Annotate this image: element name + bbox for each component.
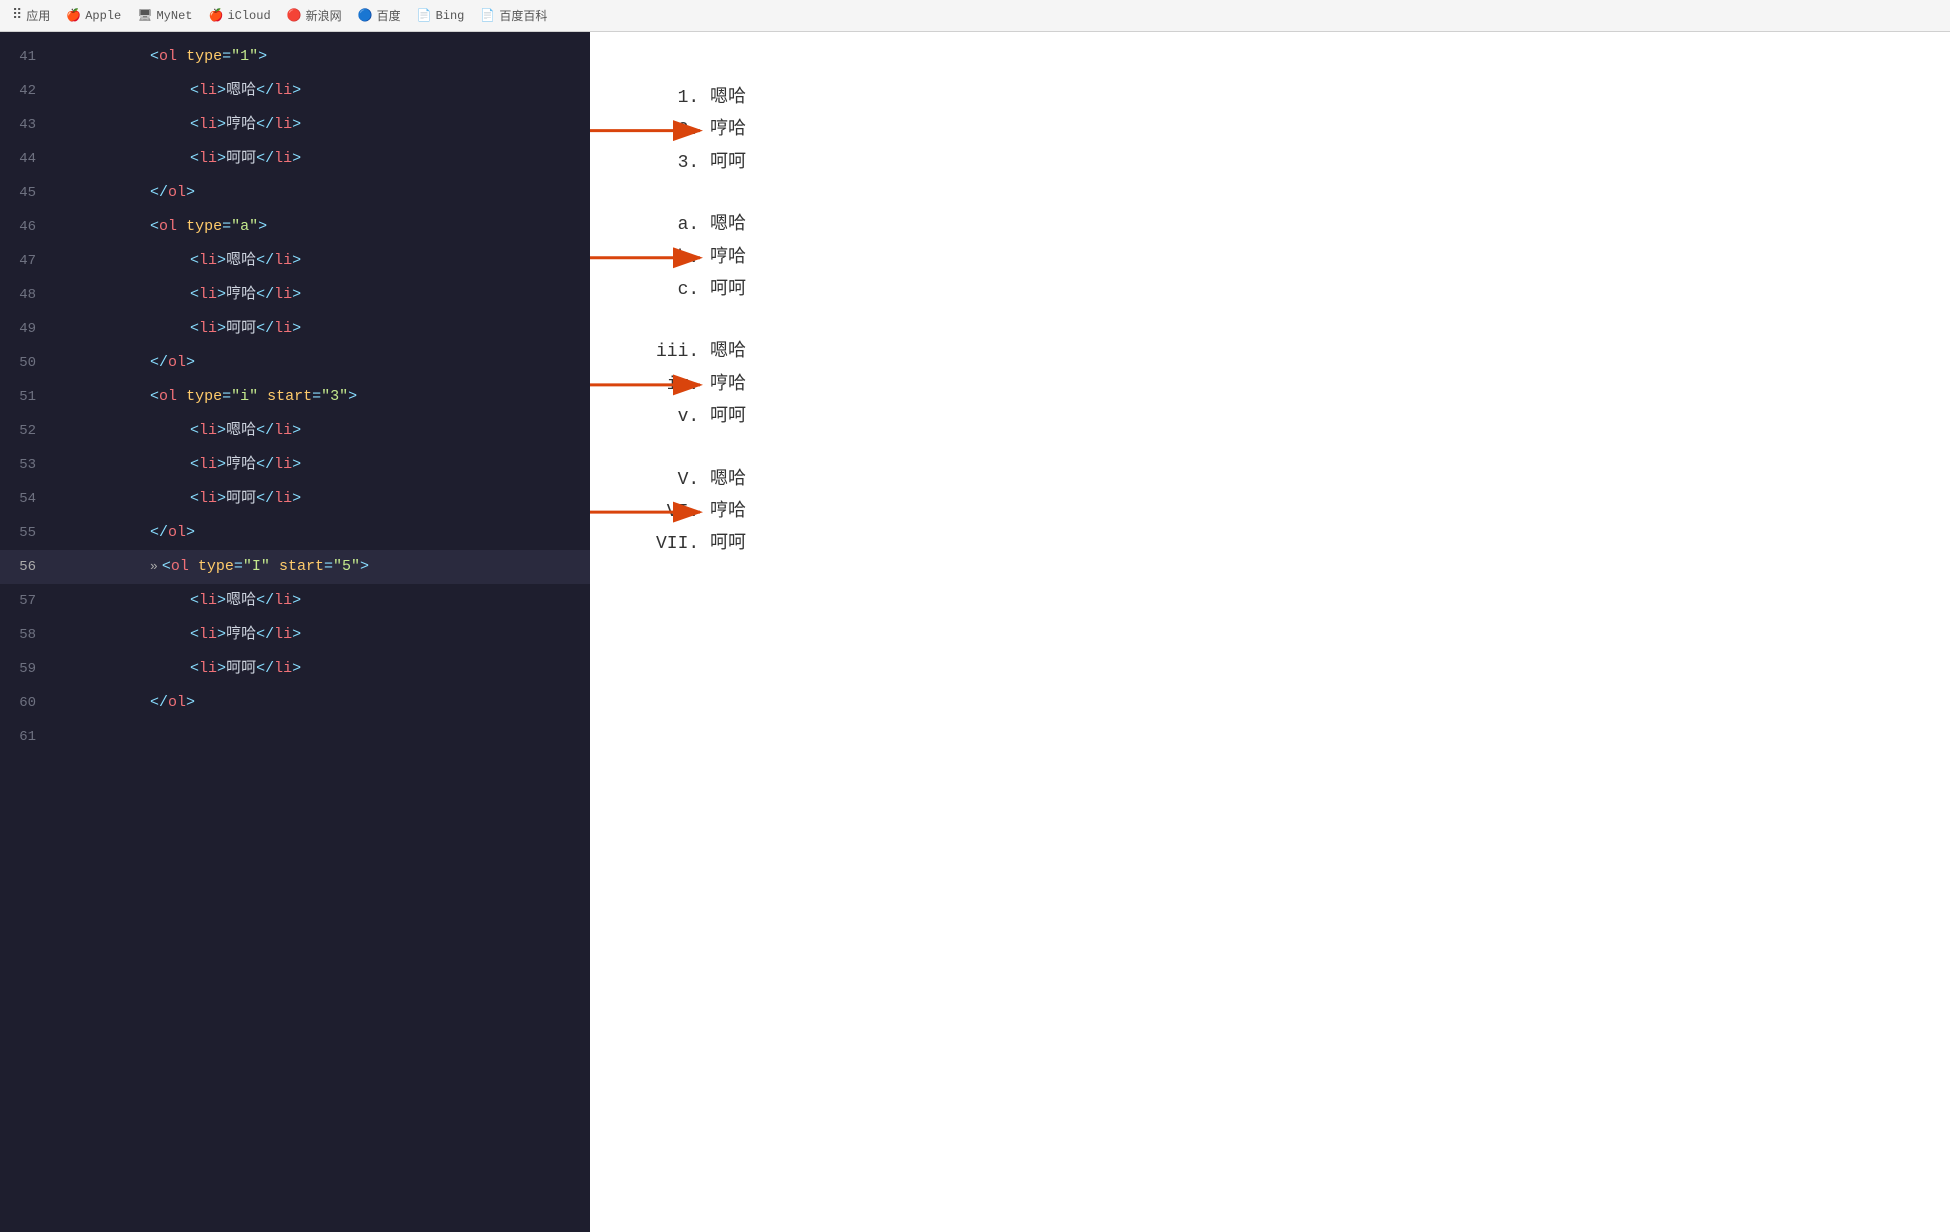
line-num-43: 43 <box>0 108 52 142</box>
preview-list-I: 嗯哈 哼哈 呵呵 <box>710 464 1910 561</box>
preview-list-I-section: 嗯哈 哼哈 呵呵 <box>690 464 1910 561</box>
line-num-54: 54 <box>0 482 52 516</box>
apps-icon[interactable]: ⠿ 应用 <box>12 7 50 24</box>
preview-list-a: 嗯哈 哼哈 呵呵 <box>710 209 1910 306</box>
main-content: 41 <ol type="1"> 42 <li>嗯哈</li> 43 <li>哼… <box>0 32 1950 1232</box>
line-num-50: 50 <box>0 346 52 380</box>
code-panel: 41 <ol type="1"> 42 <li>嗯哈</li> 43 <li>哼… <box>0 32 590 1232</box>
bing-bookmark[interactable]: 📄 Bing <box>417 8 465 23</box>
list-item: 呵呵 <box>710 401 1910 433</box>
line-num-44: 44 <box>0 142 52 176</box>
line-num-57: 57 <box>0 584 52 618</box>
line-num-59: 59 <box>0 652 52 686</box>
list-item: 哼哈 <box>710 242 1910 274</box>
line-num-56: 56 <box>0 550 52 584</box>
weibo-bookmark[interactable]: 🔴 新浪网 <box>287 7 342 24</box>
line-num-46: 46 <box>0 210 52 244</box>
list-item: 嗯哈 <box>710 209 1910 241</box>
preview-list-1-section: 嗯哈 哼哈 呵呵 <box>690 82 1910 179</box>
line-num-53: 53 <box>0 448 52 482</box>
browser-bar: ⠿ 应用 🍎 Apple 🖥 MyNet 🍎 iCloud 🔴 新浪网 🔵 百度… <box>0 0 1950 32</box>
list-item: 哼哈 <box>710 496 1910 528</box>
list-item: 哼哈 <box>710 114 1910 146</box>
line-num-42: 42 <box>0 74 52 108</box>
baidu-bookmark[interactable]: 🔵 百度 <box>358 7 401 24</box>
line-num-61: 61 <box>0 720 52 754</box>
line-num-60: 60 <box>0 686 52 720</box>
preview-list-i-section: 嗯哈 哼哈 呵呵 <box>690 336 1910 433</box>
code-line-61: 61 <box>0 720 590 754</box>
preview-list-a-section: 嗯哈 哼哈 呵呵 <box>690 209 1910 306</box>
preview-panel: 嗯哈 哼哈 呵呵 嗯哈 哼哈 呵呵 嗯哈 哼哈 呵呵 嗯哈 <box>590 32 1950 1232</box>
line-num-48: 48 <box>0 278 52 312</box>
code-lines: 41 <ol type="1"> 42 <li>嗯哈</li> 43 <li>哼… <box>0 32 590 762</box>
list-item: 嗯哈 <box>710 82 1910 114</box>
preview-list-i: 嗯哈 哼哈 呵呵 <box>710 336 1910 433</box>
line-num-41: 41 <box>0 40 52 74</box>
list-item: 嗯哈 <box>710 464 1910 496</box>
line-num-52: 52 <box>0 414 52 448</box>
apple-bookmark[interactable]: 🍎 Apple <box>66 8 121 23</box>
line-num-45: 45 <box>0 176 52 210</box>
list-item: 呵呵 <box>710 274 1910 306</box>
code-line-60: 60 </ol> <box>0 686 590 720</box>
list-item: 嗯哈 <box>710 336 1910 368</box>
list-item: 呵呵 <box>710 147 1910 179</box>
line-num-55: 55 <box>0 516 52 550</box>
line-num-47: 47 <box>0 244 52 278</box>
baike-bookmark[interactable]: 📄 百度百科 <box>480 7 547 24</box>
line-num-58: 58 <box>0 618 52 652</box>
line-num-49: 49 <box>0 312 52 346</box>
icloud-bookmark[interactable]: 🍎 iCloud <box>209 8 271 23</box>
line-num-51: 51 <box>0 380 52 414</box>
list-item: 哼哈 <box>710 369 1910 401</box>
mynet-bookmark[interactable]: 🖥 MyNet <box>137 8 192 23</box>
preview-list-1: 嗯哈 哼哈 呵呵 <box>710 82 1910 179</box>
list-item: 呵呵 <box>710 528 1910 560</box>
